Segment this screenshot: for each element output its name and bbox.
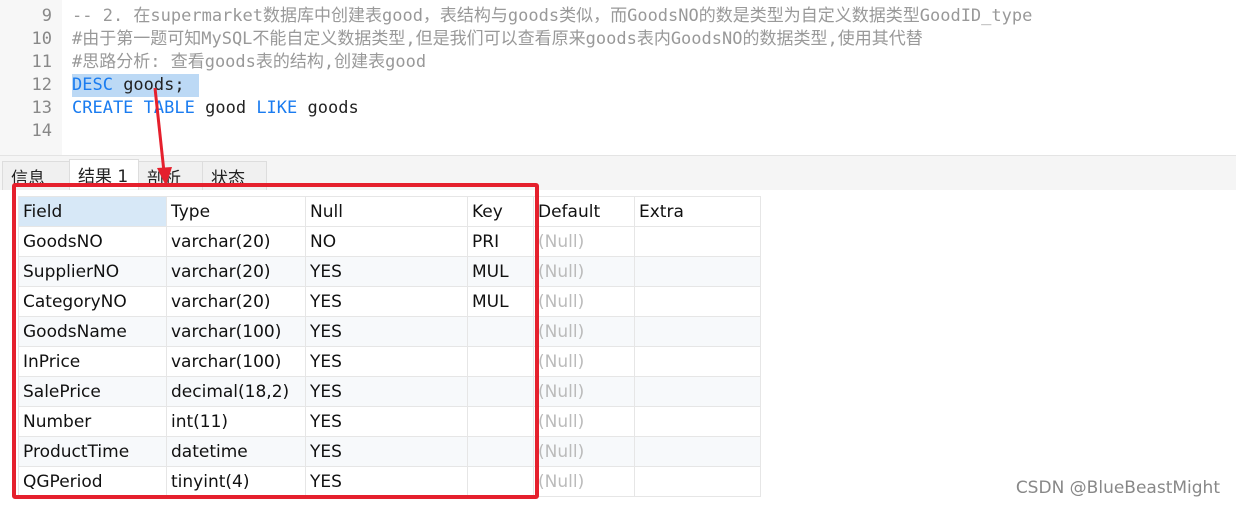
table-row[interactable]: InPrice varchar(100) YES (Null) (18, 346, 761, 377)
result-grid: Field Type Null Key Default Extra GoodsNO varc… (0, 190, 1236, 506)
cell-null[interactable]: NO (305, 226, 468, 257)
cell-type[interactable]: varchar(100) (166, 316, 306, 347)
cell-type[interactable]: int(11) (166, 406, 306, 437)
cell-extra[interactable] (634, 346, 761, 377)
cell-extra[interactable] (634, 256, 761, 287)
column-header-field[interactable]: Field (18, 196, 167, 227)
cell-key[interactable]: MUL (467, 256, 534, 287)
column-header-default[interactable]: Default (533, 196, 635, 227)
cell-key[interactable] (467, 316, 534, 347)
cell-key[interactable]: MUL (467, 286, 534, 317)
table-row[interactable]: Number int(11) YES (Null) (18, 406, 761, 437)
column-header-type[interactable]: Type (166, 196, 306, 227)
cell-key[interactable] (467, 466, 534, 497)
cell-default[interactable]: (Null) (533, 376, 635, 407)
column-header-extra[interactable]: Extra (634, 196, 761, 227)
cell-default[interactable]: (Null) (533, 436, 635, 467)
tab-info[interactable]: 信息 (2, 161, 70, 191)
tab-status[interactable]: 状态 (202, 161, 267, 191)
sql-editor[interactable]: 9 -- 2. 在supermarket数据库中创建表good，表结构与goods… (0, 0, 1236, 155)
table-row[interactable]: ProductTime datetime YES (Null) (18, 436, 761, 467)
cell-default[interactable]: (Null) (533, 226, 635, 257)
cell-field[interactable]: GoodsName (18, 316, 167, 347)
cell-extra[interactable] (634, 226, 761, 257)
column-header-null[interactable]: Null (305, 196, 468, 227)
cell-default[interactable]: (Null) (533, 346, 635, 377)
cell-field[interactable]: CategoryNO (18, 286, 167, 317)
cell-extra[interactable] (634, 466, 761, 497)
cell-extra[interactable] (634, 406, 761, 437)
cell-key[interactable] (467, 346, 534, 377)
cell-null[interactable]: YES (305, 316, 468, 347)
cell-null[interactable]: YES (305, 436, 468, 467)
cell-key[interactable]: PRI (467, 226, 534, 257)
cell-null[interactable]: YES (305, 346, 468, 377)
cell-key[interactable] (467, 436, 534, 467)
cell-extra[interactable] (634, 436, 761, 467)
cell-null[interactable]: YES (305, 256, 468, 287)
cell-field[interactable]: InPrice (18, 346, 167, 377)
table-row[interactable]: SalePrice decimal(18,2) YES (Null) (18, 376, 761, 407)
cell-extra[interactable] (634, 286, 761, 317)
table-row[interactable]: GoodsName varchar(100) YES (Null) (18, 316, 761, 347)
cell-default[interactable]: (Null) (533, 466, 635, 497)
cell-default[interactable]: (Null) (533, 256, 635, 287)
cell-extra[interactable] (634, 316, 761, 347)
cell-null[interactable]: YES (305, 406, 468, 437)
cell-type[interactable]: varchar(20) (166, 286, 306, 317)
cell-field[interactable]: ProductTime (18, 436, 167, 467)
cell-default[interactable]: (Null) (533, 286, 635, 317)
cell-type[interactable]: decimal(18,2) (166, 376, 306, 407)
tab-result-1[interactable]: 结果 1 (69, 159, 139, 189)
cell-null[interactable]: YES (305, 376, 468, 407)
result-tabs: 信息 结果 1 剖析 状态 (0, 155, 1236, 191)
cell-type[interactable]: datetime (166, 436, 306, 467)
cell-type[interactable]: tinyint(4) (166, 466, 306, 497)
cell-null[interactable]: YES (305, 466, 468, 497)
cell-default[interactable]: (Null) (533, 406, 635, 437)
cell-extra[interactable] (634, 376, 761, 407)
table-row[interactable]: CategoryNO varchar(20) YES MUL (Null) (18, 286, 761, 317)
cell-field[interactable]: SupplierNO (18, 256, 167, 287)
cell-type[interactable]: varchar(20) (166, 226, 306, 257)
cell-type[interactable]: varchar(20) (166, 256, 306, 287)
column-header-key[interactable]: Key (467, 196, 534, 227)
cell-field[interactable]: QGPeriod (18, 466, 167, 497)
table-row[interactable]: QGPeriod tinyint(4) YES (Null) (18, 466, 761, 497)
table-row[interactable]: SupplierNO varchar(20) YES MUL (Null) (18, 256, 761, 287)
cell-field[interactable]: Number (18, 406, 167, 437)
result-table: Field Type Null Key Default Extra GoodsNO varc… (18, 196, 761, 497)
cell-null[interactable]: YES (305, 286, 468, 317)
table-row[interactable]: GoodsNO varchar(20) NO PRI (Null) (18, 226, 761, 257)
cell-field[interactable]: GoodsNO (18, 226, 167, 257)
cell-type[interactable]: varchar(100) (166, 346, 306, 377)
cell-key[interactable] (467, 376, 534, 407)
watermark: CSDN @BlueBeastMight (1015, 478, 1220, 498)
cell-field[interactable]: SalePrice (18, 376, 167, 407)
cell-default[interactable]: (Null) (533, 316, 635, 347)
tab-profile[interactable]: 剖析 (138, 161, 203, 191)
cell-key[interactable] (467, 406, 534, 437)
